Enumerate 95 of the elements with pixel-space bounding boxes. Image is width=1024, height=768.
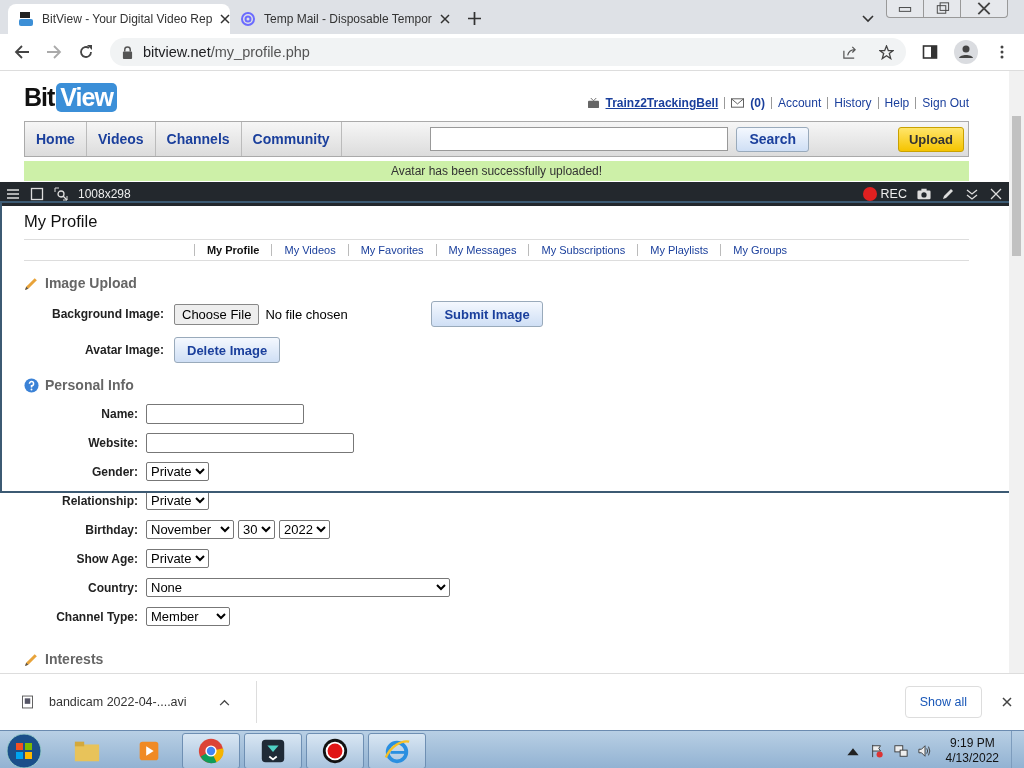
username-link[interactable]: Trainz2TrackingBell <box>605 96 719 110</box>
url-text: bitview.net/my_profile.php <box>143 44 310 60</box>
share-icon[interactable] <box>842 44 857 60</box>
section-heading: Image Upload <box>45 275 137 291</box>
text-field[interactable] <box>146 403 304 424</box>
pencil-icon <box>24 275 39 291</box>
scrollbar[interactable] <box>1009 71 1024 673</box>
lock-icon <box>122 45 133 59</box>
field-label: Avatar Image: <box>84 343 164 357</box>
delete-image-button[interactable]: Delete Image <box>174 337 281 363</box>
editor-taskbar-icon[interactable] <box>244 733 302 768</box>
square-icon[interactable] <box>30 187 44 201</box>
success-banner: Avatar has been successfully uploaded! <box>24 161 969 181</box>
nav-link[interactable]: Home <box>25 122 87 156</box>
field-label: Channel Type: <box>55 609 138 624</box>
dropdown-select[interactable]: Private <box>146 462 209 481</box>
section-heading: Personal Info <box>45 377 134 393</box>
field-label: Gender: <box>91 464 138 479</box>
file-icon <box>22 695 33 709</box>
record-button[interactable]: REC <box>862 187 907 201</box>
inbox-count: (0) <box>750 96 765 110</box>
nav-link[interactable]: Community <box>241 122 342 156</box>
text-field[interactable] <box>146 432 354 453</box>
clock-time[interactable]: 9:19 PM <box>949 736 995 751</box>
capture-size: 1008x298 <box>78 187 131 201</box>
pencil-icon[interactable] <box>941 187 955 201</box>
download-filename[interactable]: bandicam 2022-04-....avi <box>49 695 187 709</box>
page-title: My Profile <box>24 212 99 231</box>
dropdown-select[interactable]: 30 <box>238 520 275 539</box>
region-zoom-icon[interactable] <box>54 187 68 201</box>
close-icon[interactable] <box>1002 697 1012 707</box>
account-link[interactable]: Account <box>777 96 822 110</box>
dropdown-select[interactable]: 2022 <box>279 520 330 539</box>
menu-icon[interactable] <box>6 187 20 201</box>
record-taskbar-icon[interactable] <box>306 733 364 768</box>
file-status: No file chosen <box>265 306 349 322</box>
address-bar[interactable]: bitview.net/my_profile.php <box>110 38 906 66</box>
field-label: Birthday: <box>84 522 138 537</box>
field-label: Website: <box>87 435 138 450</box>
field-label: Show Age: <box>75 551 138 566</box>
profile-tab[interactable]: My Subscriptions <box>528 244 638 256</box>
nav-link[interactable]: Videos <box>86 122 156 156</box>
show-all-button[interactable]: Show all <box>904 686 982 718</box>
site-favicon-icon <box>18 11 34 27</box>
clock-date[interactable]: 4/13/2022 <box>945 751 999 766</box>
tv-icon <box>586 97 600 109</box>
side-panel-icon[interactable] <box>922 44 938 60</box>
field-label: Relationship: <box>61 493 138 508</box>
envelope-icon[interactable] <box>731 98 745 108</box>
close-icon[interactable] <box>439 14 450 24</box>
star-icon[interactable] <box>879 44 894 60</box>
search-field[interactable] <box>430 127 729 151</box>
dropdown-select[interactable]: Member <box>146 607 230 626</box>
reload-icon[interactable] <box>78 44 94 60</box>
pencil-icon <box>24 651 39 667</box>
browser-tab[interactable]: BitView - Your Digital Video Rep <box>8 4 230 34</box>
network-icon[interactable] <box>893 744 908 758</box>
profile-tab[interactable]: My Groups <box>720 244 800 256</box>
section-heading: Interests <box>45 651 104 667</box>
submit-image-button[interactable]: Submit Image <box>431 301 543 327</box>
volume-icon[interactable] <box>917 744 932 758</box>
caret-up-icon[interactable] <box>218 698 230 706</box>
back-icon[interactable] <box>14 44 30 60</box>
field-label: Country: <box>87 580 138 595</box>
start-button[interactable] <box>6 733 42 768</box>
profile-tab[interactable]: My Playlists <box>637 244 721 256</box>
close-icon[interactable] <box>220 14 231 24</box>
help-icon <box>24 377 39 393</box>
field-label: Background Image: <box>50 307 164 321</box>
tab-title: Temp Mail - Disposable Tempor <box>264 12 432 26</box>
nav-link[interactable]: Channels <box>155 122 242 156</box>
search-button[interactable]: Search <box>736 126 810 152</box>
field-label: Name: <box>100 406 138 421</box>
account-link[interactable]: Help <box>884 96 910 110</box>
record-dot-icon <box>862 187 877 201</box>
account-link[interactable]: History <box>834 96 872 110</box>
chevron-down-icon[interactable] <box>862 15 874 23</box>
account-link[interactable]: Sign Out <box>922 96 969 110</box>
dropdown-select[interactable]: Private <box>146 549 209 568</box>
profile-icon[interactable] <box>954 40 978 64</box>
at-sign-icon <box>240 11 256 27</box>
dropdown-select[interactable]: None <box>146 578 450 597</box>
camera-icon[interactable] <box>917 187 931 201</box>
dropdown-select[interactable]: November <box>146 520 234 539</box>
profile-tab[interactable]: My Profile <box>193 244 272 256</box>
profile-tab[interactable]: My Favorites <box>347 244 436 256</box>
flag-icon[interactable] <box>869 744 884 758</box>
new-tab-icon[interactable] <box>468 12 481 25</box>
double-chevron-icon[interactable] <box>965 187 979 201</box>
choose-file-button[interactable]: Choose File <box>174 303 260 325</box>
profile-tab[interactable]: My Messages <box>435 244 529 256</box>
tab-title: BitView - Your Digital Video Rep <box>42 12 213 26</box>
upload-button[interactable]: Upload <box>897 126 964 152</box>
profile-tab[interactable]: My Videos <box>271 244 348 256</box>
browser-tab[interactable]: Temp Mail - Disposable Tempor <box>230 4 452 34</box>
